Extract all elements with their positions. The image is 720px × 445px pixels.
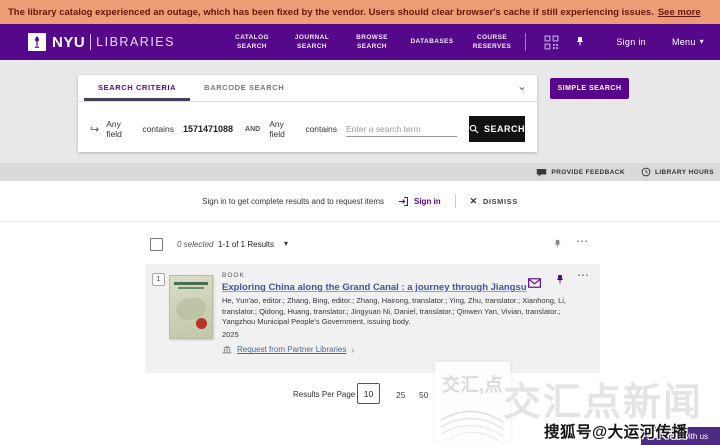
query2-input[interactable] xyxy=(346,122,457,137)
query-row: ↪ Any field contains 1571471088 AND Any … xyxy=(90,115,525,143)
search-button-label: SEARCH xyxy=(484,124,525,134)
menu-caret-icon: ▾ xyxy=(700,38,704,46)
results-per-page-label: Results Per Page xyxy=(293,390,355,399)
library-catalog-page: The library catalog experienced an outag… xyxy=(0,0,720,445)
banner-sign-in-link[interactable]: Sign in xyxy=(398,196,441,207)
nyu-torch-logo[interactable] xyxy=(28,33,46,51)
boolean-operator[interactable]: AND xyxy=(245,126,260,133)
result-index: 1 xyxy=(152,273,165,286)
email-record-icon[interactable] xyxy=(528,275,541,293)
cover-art-subtitle-band xyxy=(178,287,204,289)
result-card[interactable]: 1 BOOK Exploring China along the Grand C… xyxy=(145,264,600,373)
per-page-option-10[interactable]: 10 xyxy=(357,383,380,404)
clock-icon xyxy=(641,167,651,177)
close-icon: ✕ xyxy=(470,196,478,207)
menu-label: Menu xyxy=(672,37,696,47)
jhd-watermark-logo: 交汇,点 xyxy=(435,362,510,445)
save-results-pin-icon[interactable] xyxy=(553,237,564,255)
results-toolbar: 0 selected 1-1 of 1 Results ▾ ⋯ xyxy=(0,236,720,256)
header-menu[interactable]: Menu ▾ xyxy=(672,37,704,47)
tab-barcode-search[interactable]: BARCODE SEARCH xyxy=(190,75,298,101)
book-cover-thumbnail[interactable] xyxy=(169,275,213,339)
per-page-option-50[interactable]: 50 xyxy=(419,390,428,400)
request-chevron-icon: › xyxy=(351,345,354,355)
field1-select[interactable]: Any field xyxy=(106,119,133,139)
sohu-watermark: 搜狐号@大运河传播 xyxy=(544,420,688,442)
cover-art-red-seal xyxy=(196,318,207,329)
cover-art-title-band xyxy=(174,282,208,285)
pin-icon[interactable] xyxy=(572,33,590,51)
simple-search-button[interactable]: SIMPLE SEARCH xyxy=(550,78,629,99)
provide-feedback-button[interactable]: PROVIDE FEEDBACK xyxy=(536,168,625,177)
jhd-news-watermark: 交汇点新闻 xyxy=(503,371,703,426)
header-right: Sign in Menu ▾ xyxy=(542,33,708,51)
brand-nyu[interactable]: NYU xyxy=(52,34,85,51)
request-row: Request from Partner Libraries › xyxy=(222,345,590,355)
collapse-panel-icon[interactable]: ⌄ xyxy=(517,79,527,93)
subquery-arrow-icon: ↪ xyxy=(90,123,99,136)
nav-catalog-search[interactable]: CATALOG SEARCH xyxy=(227,24,277,60)
record-date: 2025 xyxy=(222,330,590,339)
dismiss-button[interactable]: ✕ DISMISS xyxy=(470,196,518,207)
header-sign-in[interactable]: Sign in xyxy=(616,37,646,47)
jhd-logo-text: 交汇,点 xyxy=(435,362,510,397)
jhd-logo-bridge-icon xyxy=(439,400,505,442)
nav-course-reserves[interactable]: COURSE RESERVES xyxy=(467,24,517,60)
utility-bar: PROVIDE FEEDBACK LIBRARY HOURS xyxy=(0,163,720,181)
see-more-link[interactable]: See more xyxy=(658,7,701,18)
library-hours-label: LIBRARY HOURS xyxy=(655,169,714,176)
signin-message: Sign in to get complete results and to r… xyxy=(202,197,384,206)
outage-alert-banner: The library catalog experienced an outag… xyxy=(0,0,720,24)
select-all-checkbox[interactable] xyxy=(150,238,163,251)
dismiss-label: DISMISS xyxy=(483,197,518,206)
query1-value[interactable]: 1571471088 xyxy=(183,124,233,134)
brand-divider xyxy=(90,34,91,50)
torch-icon xyxy=(30,35,44,49)
banner-separator xyxy=(455,194,456,208)
save-record-pin-icon[interactable] xyxy=(555,273,567,291)
header-nav: CATALOG SEARCH JOURNAL SEARCH BROWSE SEA… xyxy=(227,24,517,60)
search-tabs: SEARCH CRITERIA BARCODE SEARCH ⌄ xyxy=(78,75,537,102)
selected-count: 0 selected xyxy=(177,240,213,249)
record-contributors: He, Yun'ao, editor.; Zhang, Bing, editor… xyxy=(222,296,590,328)
record-more-actions-icon[interactable]: ⋯ xyxy=(577,268,590,282)
header-divider xyxy=(525,33,526,51)
operator1-select[interactable]: contains xyxy=(142,124,174,134)
per-page-option-25[interactable]: 25 xyxy=(396,390,405,400)
cover-art-map-shape xyxy=(176,298,206,320)
provide-feedback-label: PROVIDE FEEDBACK xyxy=(551,169,625,176)
signin-banner: Sign in to get complete results and to r… xyxy=(0,181,720,222)
results-count[interactable]: 1-1 of 1 Results xyxy=(218,240,274,249)
app-header: NYU LIBRARIES CATALOG SEARCH JOURNAL SEA… xyxy=(0,24,720,60)
search-button[interactable]: SEARCH xyxy=(469,116,525,142)
banner-sign-in-label: Sign in xyxy=(414,197,441,206)
nav-journal-search[interactable]: JOURNAL SEARCH xyxy=(287,24,337,60)
results-more-actions-icon[interactable]: ⋯ xyxy=(576,234,589,248)
results-count-caret-icon[interactable]: ▾ xyxy=(284,239,288,248)
feedback-icon xyxy=(536,168,547,177)
partner-library-icon xyxy=(222,345,232,354)
operator2-select[interactable]: contains xyxy=(305,124,337,134)
request-partner-libraries-link[interactable]: Request from Partner Libraries xyxy=(237,345,346,354)
sign-in-icon xyxy=(398,196,409,207)
qr-code-icon[interactable] xyxy=(542,33,560,51)
alert-text: The library catalog experienced an outag… xyxy=(8,7,654,18)
tab-search-criteria[interactable]: SEARCH CRITERIA xyxy=(84,75,190,101)
magnifier-icon xyxy=(469,124,479,134)
brand-libraries[interactable]: LIBRARIES xyxy=(96,35,175,49)
nav-databases[interactable]: DATABASES xyxy=(407,24,457,60)
field2-select[interactable]: Any field xyxy=(269,119,296,139)
library-hours-button[interactable]: LIBRARY HOURS xyxy=(641,167,714,177)
nav-browse-search[interactable]: BROWSE SEARCH xyxy=(347,24,397,60)
advanced-search-panel: SEARCH CRITERIA BARCODE SEARCH ⌄ ↪ Any f… xyxy=(78,75,537,152)
